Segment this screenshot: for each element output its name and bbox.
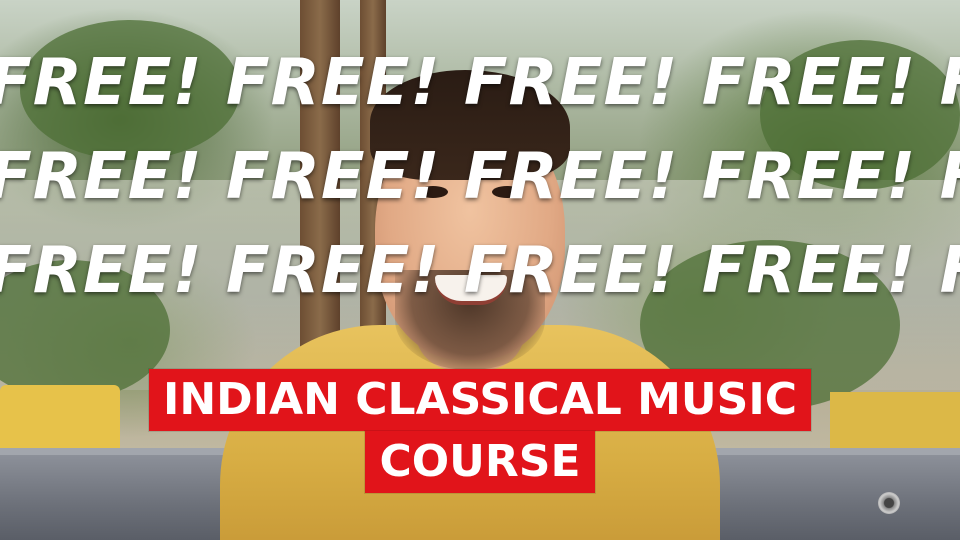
hair <box>370 70 570 180</box>
caption-line-1: INDIAN CLASSICAL MUSIC <box>148 369 811 431</box>
caption-line-2: COURSE <box>365 431 595 493</box>
plant-foliage <box>760 40 960 190</box>
left-eye <box>418 186 448 198</box>
thumbnail-scene: FREE! FREE! FREE! FREE! FREE! FREE! FREE… <box>0 0 960 540</box>
bench-bolt-icon <box>878 492 900 514</box>
right-eye <box>492 186 522 198</box>
course-title-caption: INDIAN CLASSICAL MUSIC COURSE <box>0 369 960 493</box>
